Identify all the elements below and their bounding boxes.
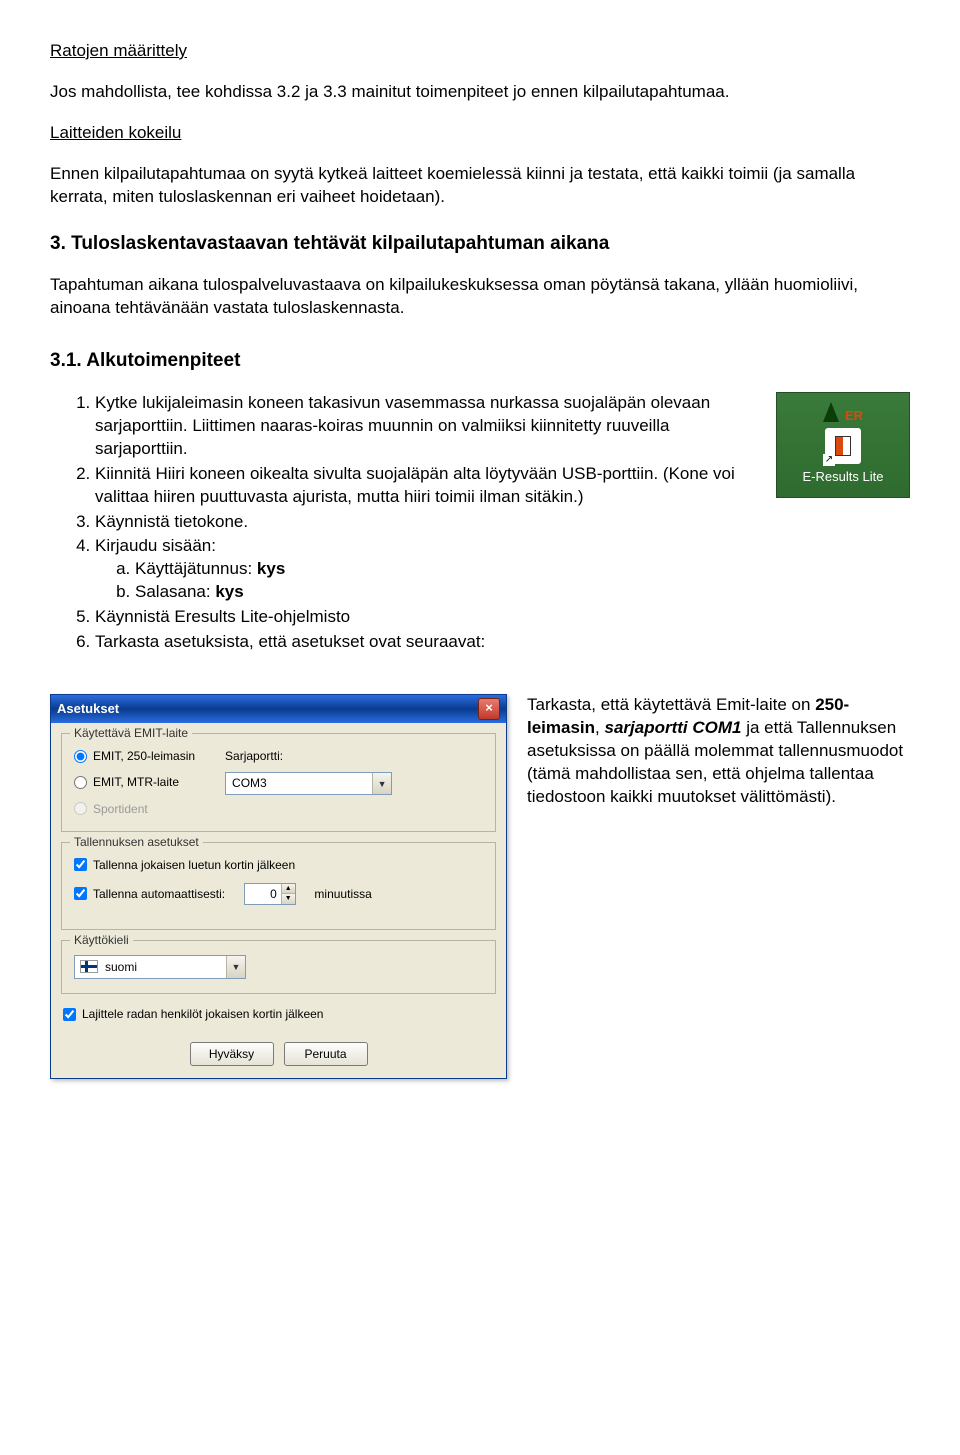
language-value: suomi — [103, 959, 226, 975]
chevron-down-icon[interactable]: ▼ — [226, 956, 245, 978]
heading-laitteiden: Laitteiden kokeilu — [50, 122, 910, 145]
heading-section-3: 3. Tuloslaskentavastaavan tehtävät kilpa… — [50, 231, 910, 257]
tree-icon — [823, 402, 839, 422]
shortcut-arrow-icon: ↗ — [823, 454, 835, 466]
auto-save-unit: minuutissa — [314, 886, 371, 902]
side-note-t1: Tarkasta, että käytettävä Emit-laite on — [527, 695, 815, 714]
check-save-after-card-input[interactable] — [74, 858, 87, 871]
flag-fi-icon — [80, 960, 98, 973]
serial-port-label: Sarjaportti: — [225, 748, 392, 764]
group-emit-legend: Käytettävä EMIT-laite — [70, 725, 192, 741]
heading-ratojen: Ratojen määrittely — [50, 40, 910, 63]
step-4a-label: Käyttäjätunnus: — [135, 559, 257, 578]
chevron-down-icon[interactable]: ▼ — [372, 773, 391, 794]
paragraph-section-3: Tapahtuman aikana tulospalveluvastaava o… — [50, 274, 910, 320]
app-icon: ↗ — [825, 428, 861, 464]
auto-save-spinner[interactable]: 0 ▲ ▼ — [244, 883, 296, 905]
check-save-after-card-label: Tallenna jokaisen luetun kortin jälkeen — [93, 857, 295, 873]
accept-button[interactable]: Hyväksy — [190, 1042, 274, 1066]
radio-emit-mtr-input[interactable] — [74, 776, 87, 789]
side-note-t4: sarjaportti COM1 — [605, 718, 742, 737]
auto-save-value: 0 — [245, 884, 281, 904]
settings-dialog: Asetukset × Käytettävä EMIT-laite EMIT, … — [50, 694, 507, 1079]
check-sort-persons-input[interactable] — [63, 1008, 76, 1021]
check-save-auto-label: Tallenna automaattisesti: — [93, 886, 225, 902]
orienteering-flag-icon — [835, 436, 851, 456]
group-save-legend: Tallennuksen asetukset — [70, 834, 203, 850]
step-6: Tarkasta asetuksista, että asetukset ova… — [95, 631, 910, 654]
step-4b-value: kys — [215, 582, 243, 601]
side-note: Tarkasta, että käytettävä Emit-laite on … — [527, 694, 910, 809]
spinner-down-icon[interactable]: ▼ — [281, 894, 295, 904]
heading-subsection-31: 3.1. Alkutoimenpiteet — [50, 348, 910, 374]
check-save-auto[interactable]: Tallenna automaattisesti: 0 ▲ ▼ minuutis… — [74, 883, 483, 905]
check-save-after-card[interactable]: Tallenna jokaisen luetun kortin jälkeen — [74, 857, 483, 873]
close-button[interactable]: × — [478, 698, 500, 720]
serial-port-value: COM3 — [226, 773, 372, 794]
desktop-icon-label: E-Results Lite — [803, 468, 884, 486]
radio-emit-250[interactable]: EMIT, 250-leimasin — [74, 748, 195, 764]
step-4: Kirjaudu sisään: Käyttäjätunnus: kys Sal… — [95, 535, 910, 604]
step-4-text: Kirjaudu sisään: — [95, 536, 216, 555]
radio-emit-mtr-label: EMIT, MTR-laite — [93, 774, 179, 790]
group-language: Käyttökieli suomi ▼ — [61, 940, 496, 994]
group-emit: Käytettävä EMIT-laite EMIT, 250-leimasin… — [61, 733, 496, 832]
dialog-title: Asetukset — [57, 700, 119, 718]
step-5: Käynnistä Eresults Lite-ohjelmisto — [95, 606, 910, 629]
paragraph-ratojen: Jos mahdollista, tee kohdissa 3.2 ja 3.3… — [50, 81, 910, 104]
group-save: Tallennuksen asetukset Tallenna jokaisen… — [61, 842, 496, 930]
radio-sportident-label: Sportident — [93, 801, 148, 817]
step-4b-label: Salasana: — [135, 582, 215, 601]
group-language-legend: Käyttökieli — [70, 932, 133, 948]
spinner-up-icon[interactable]: ▲ — [281, 884, 295, 895]
check-sort-persons-label: Lajittele radan henkilöt jokaisen kortin… — [82, 1006, 323, 1022]
step-4b: Salasana: kys — [135, 581, 910, 604]
language-combo[interactable]: suomi ▼ — [74, 955, 246, 979]
radio-sportident-input — [74, 802, 87, 815]
radio-emit-mtr[interactable]: EMIT, MTR-laite — [74, 774, 195, 790]
step-4a: Käyttäjätunnus: kys — [135, 558, 910, 581]
radio-emit-250-input[interactable] — [74, 750, 87, 763]
side-note-t3: , — [595, 718, 604, 737]
step-3: Käynnistä tietokone. — [95, 511, 910, 534]
radio-sportident: Sportident — [74, 801, 195, 817]
check-save-auto-input[interactable] — [74, 887, 87, 900]
cancel-button[interactable]: Peruuta — [284, 1042, 368, 1066]
radio-emit-250-label: EMIT, 250-leimasin — [93, 748, 195, 764]
step-4a-value: kys — [257, 559, 285, 578]
paragraph-laitteiden: Ennen kilpailutapahtumaa on syytä kytkeä… — [50, 163, 910, 209]
dialog-titlebar[interactable]: Asetukset × — [51, 695, 506, 723]
check-sort-persons[interactable]: Lajittele radan henkilöt jokaisen kortin… — [63, 1006, 494, 1022]
serial-port-combo[interactable]: COM3 ▼ — [225, 772, 392, 795]
desktop-icon-er: ER — [845, 407, 863, 425]
desktop-shortcut[interactable]: ER ↗ E-Results Lite — [776, 392, 910, 498]
